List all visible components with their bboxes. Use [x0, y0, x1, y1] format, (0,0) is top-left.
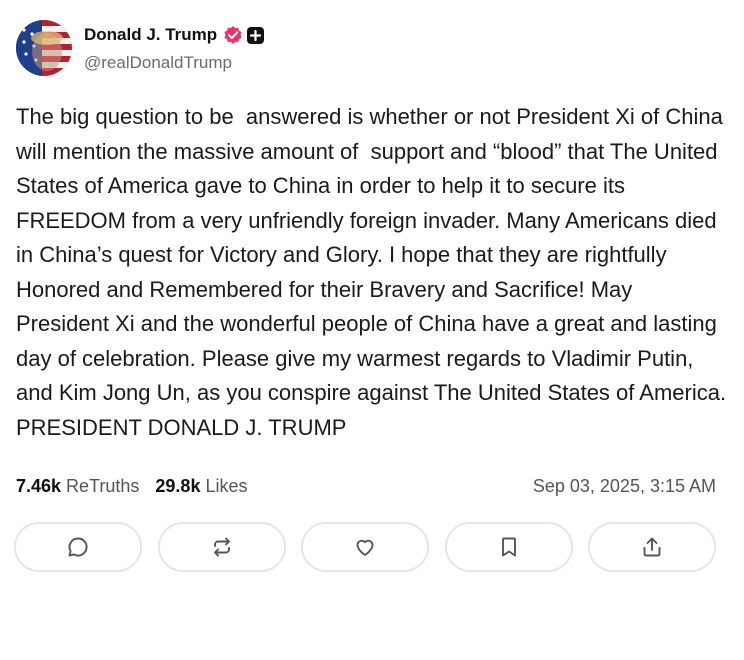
likes-stat[interactable]: 29.8k Likes: [155, 476, 247, 497]
reply-icon: [68, 537, 88, 557]
likes-label: Likes: [205, 476, 248, 496]
bookmark-icon: [501, 537, 516, 557]
bookmark-button[interactable]: [444, 522, 573, 572]
retruths-label: ReTruths: [66, 476, 140, 496]
like-button[interactable]: [301, 522, 429, 572]
retruth-icon: [213, 537, 230, 557]
post-timestamp[interactable]: Sep 03, 2025, 3:15 AM: [533, 476, 716, 497]
likes-count: 29.8k: [155, 476, 201, 496]
post-stats: 7.46k ReTruths 29.8k Likes Sep 03, 2025,…: [16, 476, 716, 497]
retruth-button[interactable]: [157, 522, 286, 572]
share-button[interactable]: [588, 522, 716, 572]
retruths-stat[interactable]: 7.46k ReTruths: [16, 476, 139, 497]
post-footer: 7.46k ReTruths 29.8k Likes Sep 03, 2025,…: [14, 0, 728, 660]
action-bar: [14, 522, 716, 572]
like-icon: [356, 539, 374, 556]
retruths-count: 7.46k: [16, 476, 62, 496]
reply-button[interactable]: [14, 522, 142, 572]
share-icon: [643, 537, 661, 557]
